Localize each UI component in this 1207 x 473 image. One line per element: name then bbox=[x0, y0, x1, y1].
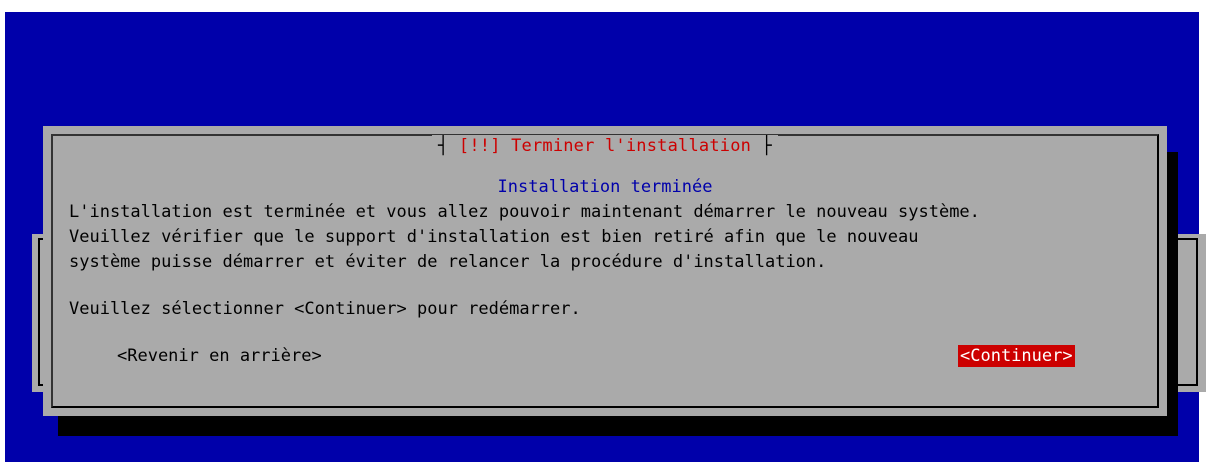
dialog-message: L'installation est terminée et vous alle… bbox=[69, 202, 980, 272]
continue-button[interactable]: <Continuer> bbox=[958, 345, 1075, 367]
severity-marker: [!!] bbox=[458, 136, 501, 156]
dialog-subtitle: Installation terminée bbox=[497, 177, 713, 197]
dialog-title-text: Terminer l'installation bbox=[511, 136, 752, 156]
dialog-prompt: Veuillez sélectionner <Continuer> pour r… bbox=[69, 299, 581, 319]
back-button[interactable]: <Revenir en arrière> bbox=[117, 345, 322, 367]
dialog-title-bar: ┤ [!!] Terminer l'installation ├ bbox=[53, 135, 1157, 157]
finish-install-dialog: ┤ [!!] Terminer l'installation ├ Install… bbox=[43, 126, 1167, 416]
dialog-title: ┤ [!!] Terminer l'installation ├ bbox=[432, 135, 778, 157]
